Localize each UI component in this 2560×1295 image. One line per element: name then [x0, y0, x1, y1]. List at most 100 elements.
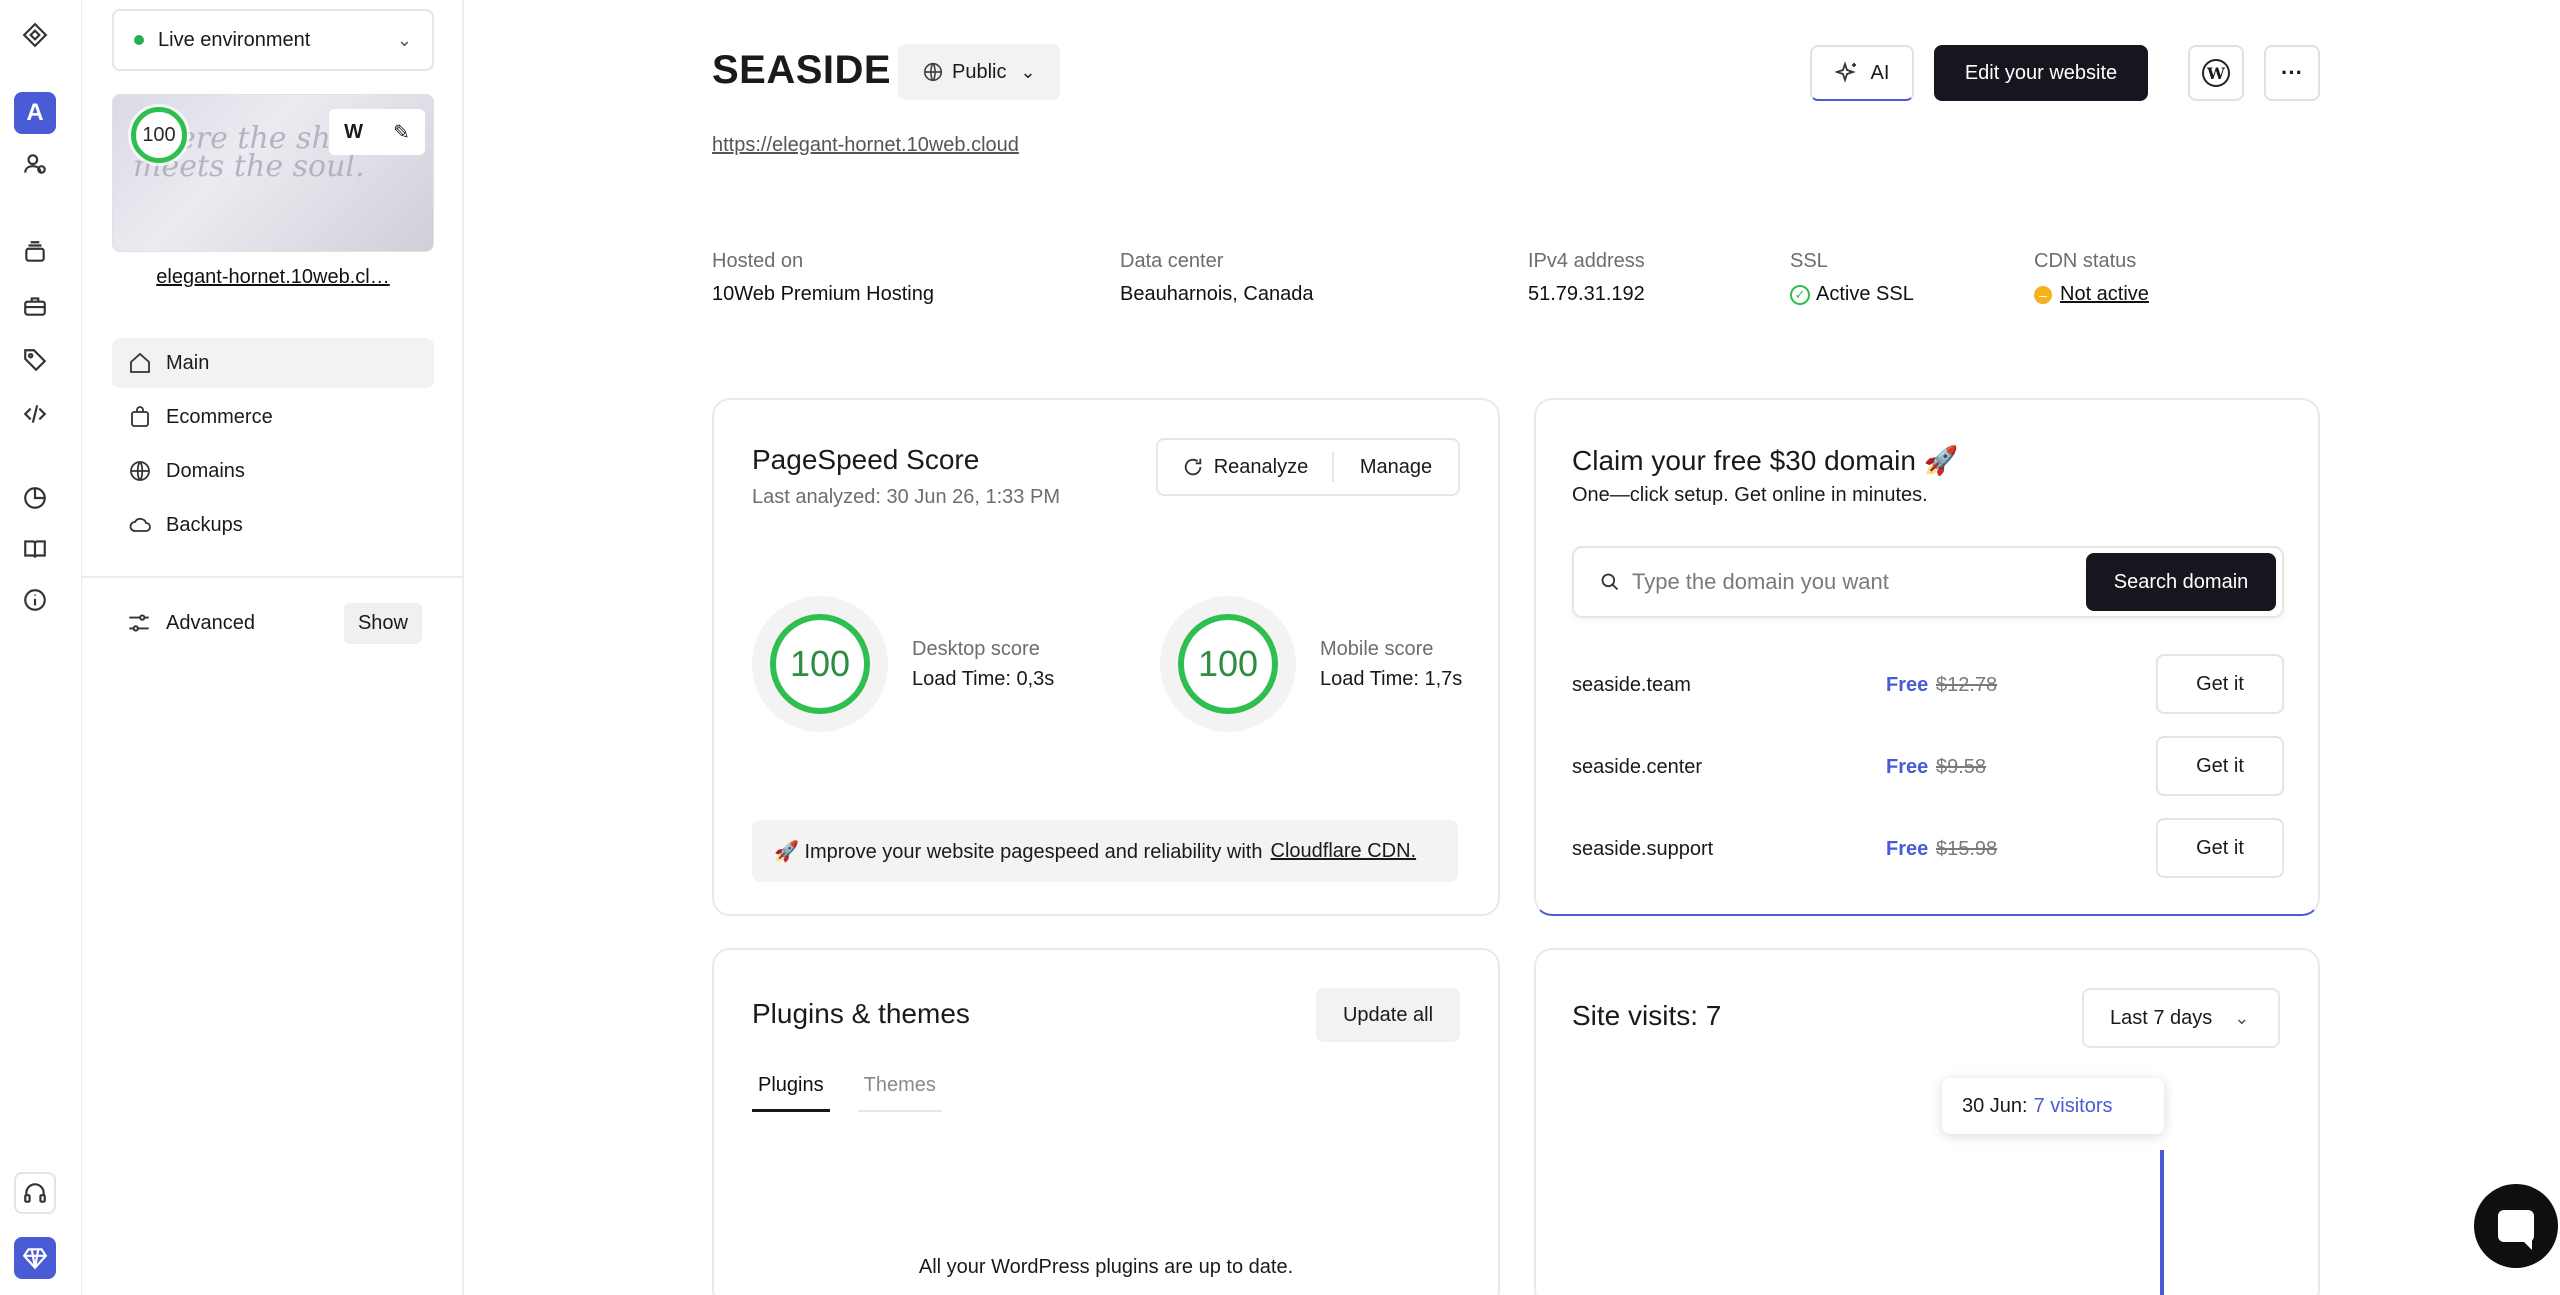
ai-button[interactable]: AI: [1810, 45, 1914, 101]
pagespeed-actions: Reanalyze Manage: [1156, 438, 1460, 496]
page-title: SEASIDE: [712, 48, 892, 92]
info-value: Beauharnois, Canada: [1120, 283, 1314, 305]
free-domain-subtitle: One—click setup. Get online in minutes.: [1572, 484, 1928, 506]
domain-free-label: Free: [1886, 838, 1929, 860]
refresh-icon: [1184, 458, 1201, 476]
domain-name: seaside.center: [1572, 756, 1703, 778]
sidebar-divider: [82, 576, 464, 578]
book-icon[interactable]: [14, 528, 56, 570]
plugins-tabs: Plugins Themes: [752, 1064, 970, 1112]
domain-free-label: Free: [1886, 756, 1929, 778]
sparkle-icon: [1834, 61, 1856, 83]
show-advanced-button[interactable]: Show: [343, 602, 422, 644]
account-avatar[interactable]: A: [14, 92, 56, 134]
code-icon[interactable]: [14, 393, 56, 435]
wordpress-icon[interactable]: W: [344, 121, 363, 144]
cloud-icon: [129, 517, 151, 532]
domain-old-price: $9.58: [1936, 756, 1987, 778]
layers-icon[interactable]: [14, 231, 56, 273]
users-icon[interactable]: [14, 143, 56, 185]
check-circle-icon: ✓: [1790, 284, 1810, 305]
mobile-score-text: Mobile score Load Time: 1,7s: [1320, 634, 1462, 694]
tab-plugins[interactable]: Plugins: [752, 1064, 830, 1112]
visits-chart: [2160, 1150, 2164, 1295]
chat-bubble-icon: [2498, 1210, 2534, 1250]
visibility-label: Public: [952, 60, 1007, 83]
info-value: Active SSL: [1816, 283, 1914, 305]
ipv4-info: IPv4 address 51.79.31.192: [1528, 250, 1645, 306]
headset-icon[interactable]: [14, 1172, 56, 1214]
plugins-title: Plugins & themes: [752, 998, 970, 1029]
home-icon: [130, 352, 150, 373]
preview-score-badge: 100: [131, 107, 187, 163]
mobile-score-gauge: 100: [1160, 596, 1296, 732]
sidebar-nav: Main Ecommerce Domains Backups: [112, 338, 434, 554]
chat-widget-button[interactable]: [2474, 1184, 2558, 1268]
get-domain-button[interactable]: Get it: [2156, 736, 2284, 796]
site-sidebar: Live environment ⌄ where the shore meets…: [82, 0, 464, 1295]
avatar-letter: A: [26, 99, 44, 126]
data-center-info: Data center Beauharnois, Canada: [1120, 250, 1313, 306]
wordpress-admin-button[interactable]: W: [2188, 45, 2244, 101]
sliders-icon: [129, 614, 149, 632]
visits-bar-30-jun[interactable]: [2160, 1150, 2164, 1295]
shopping-bag-icon: [131, 406, 149, 427]
manage-button[interactable]: Manage: [1334, 456, 1458, 479]
pagespeed-title: PageSpeed Score: [752, 444, 980, 475]
environment-select[interactable]: Live environment ⌄: [112, 9, 434, 71]
warning-dot-icon: –: [2034, 285, 2052, 304]
reanalyze-button[interactable]: Reanalyze: [1158, 452, 1334, 482]
wordpress-icon: W: [2202, 59, 2230, 87]
mobile-score-label: Mobile score: [1320, 638, 1434, 660]
info-label: Hosted on: [712, 250, 804, 272]
tag-icon[interactable]: [14, 339, 56, 381]
sidebar-item-ecommerce[interactable]: Ecommerce: [112, 392, 434, 442]
site-domain-link[interactable]: elegant-hornet.10web.cl…: [112, 266, 434, 289]
cloudflare-cdn-link[interactable]: Cloudflare CDN.: [1271, 840, 1417, 863]
update-all-button[interactable]: Update all: [1316, 988, 1460, 1042]
search-icon: [1601, 573, 1619, 591]
domain-search: Search domain: [1572, 546, 2284, 618]
sidebar-item-domains[interactable]: Domains: [112, 446, 434, 496]
domain-old-price: $12.78: [1936, 674, 1998, 696]
sidebar-item-main[interactable]: Main: [112, 338, 434, 388]
sidebar-item-label: Ecommerce: [166, 405, 273, 428]
info-icon[interactable]: [14, 579, 56, 621]
pencil-icon[interactable]: ✎: [393, 120, 410, 145]
advanced-section: Advanced Show: [126, 602, 422, 644]
edit-website-button[interactable]: Edit your website: [1934, 45, 2148, 101]
diamond-logo-icon[interactable]: [14, 14, 56, 56]
cdn-status: – Not active: [2034, 283, 2149, 306]
more-options-button[interactable]: ···: [2264, 45, 2320, 101]
reanalyze-label: Reanalyze: [1213, 455, 1309, 478]
preview-score-value: 100: [142, 123, 176, 146]
diamond-icon[interactable]: [14, 1237, 56, 1279]
sidebar-item-backups[interactable]: Backups: [112, 500, 434, 550]
domain-suggestion-row: seaside.team Free $12.78 Get it: [1572, 654, 2284, 716]
hosted-on-info: Hosted on 10Web Premium Hosting: [712, 250, 934, 306]
get-domain-button[interactable]: Get it: [2156, 654, 2284, 714]
domain-search-input[interactable]: [1632, 562, 2072, 602]
pagespeed-card: PageSpeed Score Last analyzed: 30 Jun 26…: [712, 398, 1500, 916]
chart-pie-icon[interactable]: [14, 477, 56, 519]
search-domain-button[interactable]: Search domain: [2086, 553, 2276, 611]
chart-tooltip: 30 Jun: 7 visitors: [1942, 1078, 2164, 1134]
mobile-load-time: Load Time: 1,7s: [1320, 668, 1463, 690]
environment-label: Live environment: [158, 28, 311, 51]
tab-themes[interactable]: Themes: [857, 1064, 942, 1112]
cdn-status-link[interactable]: Not active: [2060, 283, 2149, 306]
ellipsis-icon: ···: [2281, 60, 2303, 85]
domain-name: seaside.team: [1572, 674, 1691, 696]
get-domain-button[interactable]: Get it: [2156, 818, 2284, 878]
site-preview-thumbnail[interactable]: where the shore meets the soul. 100 W ✎: [112, 94, 434, 252]
plugins-themes-card: Plugins & themes Update all Plugins Them…: [712, 948, 1500, 1295]
briefcase-icon[interactable]: [14, 285, 56, 327]
domain-suggestion-row: seaside.center Free $9.58 Get it: [1572, 736, 2284, 798]
sidebar-item-label: Domains: [166, 459, 245, 482]
visibility-dropdown[interactable]: Public ⌄: [898, 44, 1060, 100]
info-label: IPv4 address: [1528, 250, 1645, 272]
site-url-link[interactable]: https://elegant-hornet.10web.cloud: [712, 134, 1019, 157]
desktop-score-gauge: 100: [752, 596, 888, 732]
cdn-tip-text: 🚀 Improve your website pagespeed and rel…: [774, 840, 1263, 863]
ai-label: AI: [1870, 61, 1890, 84]
